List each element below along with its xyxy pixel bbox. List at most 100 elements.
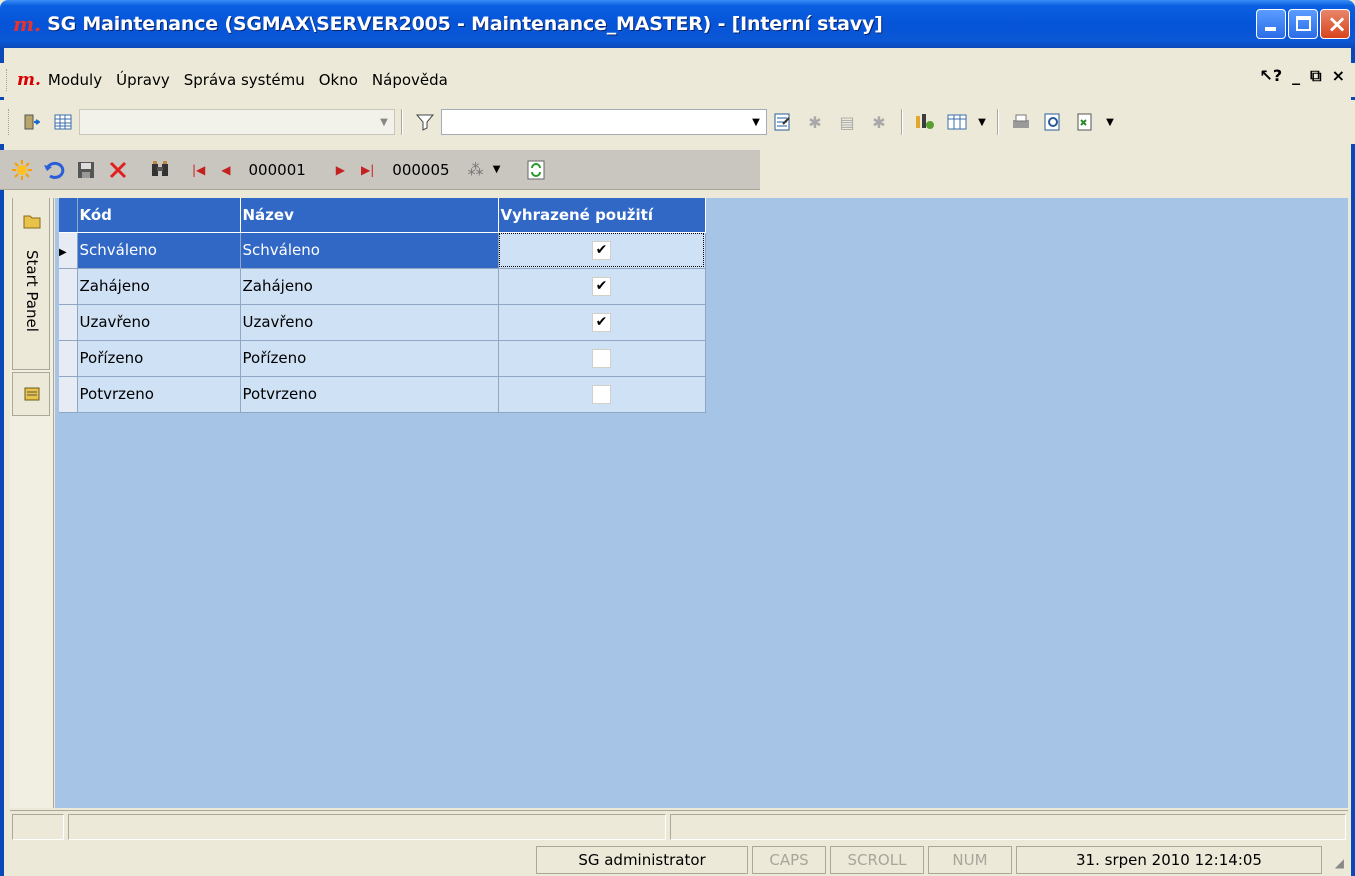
app-logo-icon: m. bbox=[13, 12, 42, 36]
column-header-nazev[interactable]: Název bbox=[240, 198, 499, 233]
start-panel-label: Start Panel bbox=[23, 250, 41, 332]
status-datetime: 31. srpen 2010 12:14:05 bbox=[1016, 846, 1322, 874]
window-title: SG Maintenance (SGMAX\SERVER2005 - Maint… bbox=[47, 13, 883, 35]
reserved-checkbox[interactable]: ✔ bbox=[592, 240, 611, 260]
view-combo[interactable]: ▼ bbox=[79, 109, 395, 135]
table-row[interactable]: Pořízeno Pořízeno bbox=[59, 340, 706, 377]
cell-nazev[interactable]: Uzavřeno bbox=[240, 304, 499, 341]
last-record-icon[interactable]: ▶| bbox=[361, 163, 374, 177]
status-num: NUM bbox=[928, 846, 1012, 874]
status-user: SG administrator bbox=[536, 846, 748, 874]
grid-header-row: Kód Název Vyhrazené použití bbox=[59, 198, 706, 233]
exit-door-icon[interactable] bbox=[19, 110, 43, 134]
row-indicator[interactable] bbox=[59, 340, 78, 377]
undo-icon[interactable] bbox=[42, 158, 66, 182]
maximize-icon bbox=[1296, 16, 1311, 31]
export-icon[interactable] bbox=[1073, 110, 1097, 134]
cell-nazev[interactable]: Potvrzeno bbox=[240, 376, 499, 413]
find-binoculars-icon[interactable] bbox=[148, 158, 172, 182]
row-indicator[interactable] bbox=[59, 268, 78, 305]
cell-vyhrazene[interactable] bbox=[498, 376, 706, 413]
prev-record-icon[interactable]: ◀ bbox=[221, 163, 230, 177]
cell-vyhrazene[interactable]: ✔ bbox=[498, 232, 706, 269]
mdi-restore-icon[interactable]: ⧉ bbox=[1310, 66, 1321, 86]
print-icon[interactable] bbox=[1009, 110, 1033, 134]
close-button[interactable]: × bbox=[1320, 9, 1350, 39]
row-indicator[interactable] bbox=[59, 304, 78, 341]
maximize-button[interactable] bbox=[1288, 9, 1318, 39]
first-record-icon[interactable]: |◀ bbox=[192, 163, 205, 177]
filter-clear-icon: ✱ bbox=[808, 112, 822, 132]
total-records-number: 000005 bbox=[392, 160, 450, 179]
context-help-icon[interactable]: ↖? bbox=[1259, 66, 1282, 86]
tools-icon[interactable] bbox=[913, 110, 937, 134]
window-frame-right bbox=[1351, 48, 1355, 876]
data-grid: Kód Název Vyhrazené použití ▶ Schváleno … bbox=[59, 198, 706, 413]
cell-nazev[interactable]: Zahájeno bbox=[240, 268, 499, 305]
resize-grip-icon[interactable]: ◢ bbox=[1335, 856, 1344, 870]
cell-nazev[interactable]: Pořízeno bbox=[240, 340, 499, 377]
filter-combo-arrow-icon[interactable]: ▼ bbox=[746, 110, 766, 134]
cell-kod[interactable]: Pořízeno bbox=[77, 340, 241, 377]
reserved-checkbox[interactable]: ✔ bbox=[592, 312, 611, 332]
table-row[interactable]: Potvrzeno Potvrzeno bbox=[59, 376, 706, 413]
menu-upravy[interactable]: Úpravy bbox=[109, 71, 177, 89]
toolbar-grip[interactable] bbox=[8, 109, 11, 135]
delete-icon[interactable] bbox=[106, 158, 130, 182]
reserved-checkbox[interactable] bbox=[592, 384, 611, 404]
window-controls: × bbox=[1256, 9, 1350, 39]
title-bar[interactable]: m. SG Maintenance (SGMAX\SERVER2005 - Ma… bbox=[0, 0, 1355, 48]
cell-kod[interactable]: Potvrzeno bbox=[77, 376, 241, 413]
export-dropdown-icon[interactable]: ▼ bbox=[1105, 110, 1115, 134]
menubar-grip[interactable] bbox=[6, 69, 9, 91]
reserved-checkbox[interactable]: ✔ bbox=[592, 276, 611, 296]
report-icon[interactable] bbox=[945, 110, 969, 134]
cell-nazev[interactable]: Schváleno bbox=[240, 232, 499, 269]
table-row[interactable]: ▶ Schváleno Schváleno ✔ bbox=[59, 232, 706, 269]
refresh-icon[interactable] bbox=[524, 158, 548, 182]
row-indicator[interactable] bbox=[59, 376, 78, 413]
record-toolbar: |◀ ◀ 000001 ▶ ▶| 000005 ⁂ ▼ bbox=[0, 150, 760, 190]
wand-dropdown-icon[interactable]: ▼ bbox=[492, 158, 502, 182]
column-header-vyhrazene[interactable]: Vyhrazené použití bbox=[498, 198, 706, 233]
grid-view-icon[interactable] bbox=[51, 110, 75, 134]
mdi-controls: ↖? _ ⧉ × bbox=[1259, 66, 1345, 86]
status-caps: CAPS bbox=[752, 846, 826, 874]
table-row[interactable]: Zahájeno Zahájeno ✔ bbox=[59, 268, 706, 305]
mdi-minimize-icon[interactable]: _ bbox=[1292, 66, 1300, 86]
cell-vyhrazene[interactable]: ✔ bbox=[498, 304, 706, 341]
filter-edit-icon[interactable] bbox=[771, 110, 795, 134]
current-record-number: 000001 bbox=[248, 160, 306, 179]
menu-bar: m. Moduly Úpravy Správa systému Okno Náp… bbox=[0, 63, 1355, 97]
row-indicator[interactable]: ▶ bbox=[59, 232, 78, 269]
menu-okno[interactable]: Okno bbox=[312, 71, 365, 89]
row-indicator-header[interactable] bbox=[59, 198, 78, 233]
secondary-panel-icon bbox=[21, 383, 43, 405]
cell-kod[interactable]: Schváleno bbox=[77, 232, 241, 269]
cell-kod[interactable]: Uzavřeno bbox=[77, 304, 241, 341]
report-dropdown-icon[interactable]: ▼ bbox=[977, 110, 987, 134]
column-header-kod[interactable]: Kód bbox=[77, 198, 241, 233]
minimize-button[interactable] bbox=[1256, 9, 1286, 39]
current-row-arrow-icon: ▶ bbox=[59, 247, 67, 258]
new-record-icon[interactable] bbox=[10, 158, 34, 182]
menu-moduly[interactable]: Moduly bbox=[41, 71, 109, 89]
start-panel-folder-icon bbox=[21, 210, 43, 232]
save-icon[interactable] bbox=[74, 158, 98, 182]
print-preview-icon[interactable] bbox=[1041, 110, 1065, 134]
view-combo-arrow-icon[interactable]: ▼ bbox=[374, 110, 394, 134]
wand-icon[interactable]: ⁂ bbox=[464, 158, 488, 182]
filter-icon[interactable] bbox=[413, 110, 437, 134]
cell-vyhrazene[interactable] bbox=[498, 340, 706, 377]
cell-vyhrazene[interactable]: ✔ bbox=[498, 268, 706, 305]
menu-napoveda[interactable]: Nápověda bbox=[365, 71, 455, 89]
info-status-bar bbox=[10, 810, 1348, 842]
table-row[interactable]: Uzavřeno Uzavřeno ✔ bbox=[59, 304, 706, 341]
cell-kod[interactable]: Zahájeno bbox=[77, 268, 241, 305]
reserved-checkbox[interactable] bbox=[592, 348, 611, 368]
menu-sprava-systemu[interactable]: Správa systému bbox=[177, 71, 312, 89]
mdi-close-icon[interactable]: × bbox=[1332, 66, 1345, 86]
next-record-icon[interactable]: ▶ bbox=[336, 163, 345, 177]
mdi-workspace: Kód Název Vyhrazené použití ▶ Schváleno … bbox=[55, 198, 1348, 808]
filter-combo[interactable]: ▼ bbox=[441, 109, 767, 135]
